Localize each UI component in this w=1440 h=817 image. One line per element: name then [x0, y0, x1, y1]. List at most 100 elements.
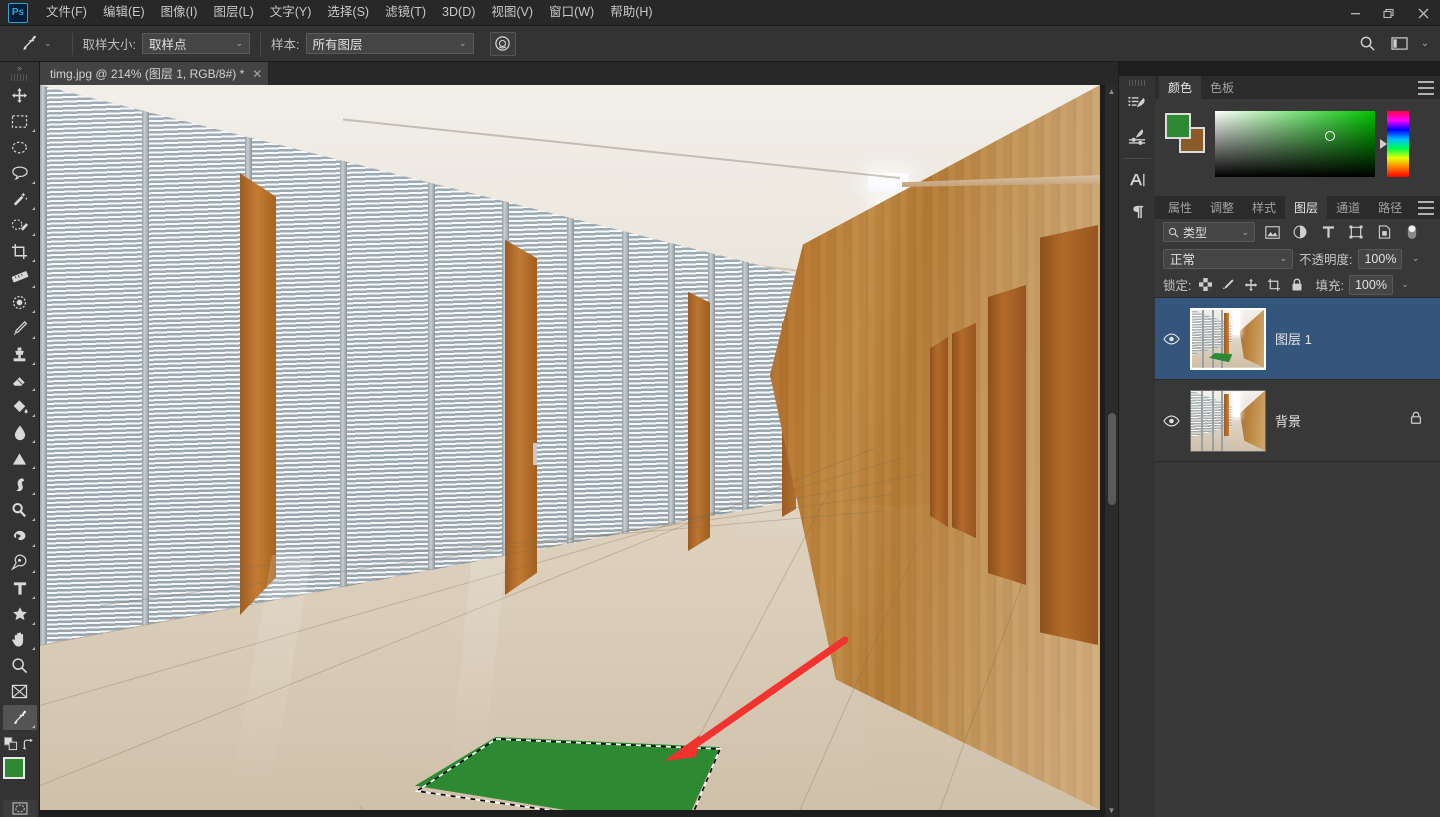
color-picker-cursor[interactable] [1325, 131, 1335, 141]
menu-3d[interactable]: 3D(D) [434, 2, 483, 23]
minimize-button[interactable] [1338, 0, 1372, 26]
menu-help[interactable]: 帮助(H) [602, 2, 660, 23]
table-row[interactable]: 图层 1 [1155, 298, 1440, 380]
layer-filter-select[interactable]: 类型 ⌄ [1163, 222, 1255, 242]
layer-name-1[interactable]: 图层 1 [1275, 329, 1312, 348]
toolbar-expand-button[interactable]: » [0, 62, 40, 74]
sample-select[interactable]: 所有图层 ⌄ [305, 33, 474, 54]
fill-stepper-caret-icon[interactable]: ⌄ [1398, 275, 1412, 295]
tab-styles[interactable]: 样式 [1243, 196, 1285, 219]
menu-type[interactable]: 文字(Y) [262, 2, 320, 23]
custom-shape-tool[interactable] [3, 602, 37, 627]
filter-type-icon[interactable] [1317, 222, 1339, 242]
brush-settings-icon[interactable] [1122, 121, 1152, 151]
lock-all-icon[interactable] [1288, 276, 1306, 294]
restore-button[interactable] [1372, 0, 1406, 26]
color-picker-field[interactable] [1215, 111, 1375, 177]
tab-channels[interactable]: 通道 [1327, 196, 1369, 219]
canvas-vertical-scrollbar[interactable]: ▲ ▼ [1104, 85, 1118, 817]
menu-view[interactable]: 视图(V) [483, 2, 541, 23]
quick-selection-tool[interactable] [3, 213, 37, 238]
rectangular-marquee-tool[interactable] [3, 109, 37, 134]
brush-tool[interactable] [3, 316, 37, 341]
lock-transparency-icon[interactable] [1196, 276, 1214, 294]
burn-tool[interactable] [3, 498, 37, 523]
menu-file[interactable]: 文件(F) [38, 2, 95, 23]
brush-presets-icon[interactable] [1122, 89, 1152, 119]
close-button[interactable] [1406, 0, 1440, 26]
edit-toolbar-button[interactable] [3, 679, 37, 704]
filter-shape-icon[interactable] [1345, 222, 1367, 242]
layer-thumbnail-1[interactable] [1190, 307, 1266, 370]
toolbar-grip[interactable] [10, 74, 29, 82]
blur-tool[interactable] [3, 420, 37, 445]
layer-thumbnail-2[interactable] [1190, 389, 1266, 452]
canvas-scroll-thumb[interactable] [1108, 413, 1116, 505]
lock-image-icon[interactable] [1219, 276, 1237, 294]
spot-healing-brush-tool[interactable] [3, 291, 37, 316]
dodge-tool[interactable] [3, 446, 37, 471]
lock-position-icon[interactable] [1242, 276, 1260, 294]
fill-input[interactable]: 100% [1348, 274, 1393, 295]
filter-smart-object-icon[interactable] [1373, 222, 1395, 242]
menu-image[interactable]: 图像(I) [153, 2, 206, 23]
lock-artboard-icon[interactable] [1265, 276, 1283, 294]
workspace-icon[interactable] [1386, 32, 1412, 56]
layer-visibility-toggle-2[interactable] [1155, 415, 1187, 427]
layer-name-2[interactable]: 背景 [1275, 411, 1301, 430]
close-icon[interactable]: ✕ [252, 68, 262, 80]
eraser-tool[interactable] [3, 368, 37, 393]
character-panel-icon[interactable] [1122, 165, 1152, 195]
table-row-2[interactable]: 背景 [1155, 380, 1440, 462]
foreground-color-swatch[interactable] [2, 757, 25, 780]
tab-paths[interactable]: 路径 [1369, 196, 1411, 219]
search-icon[interactable] [1354, 32, 1380, 56]
hue-marker-icon[interactable] [1380, 139, 1387, 149]
layer-visibility-toggle-1[interactable] [1155, 333, 1187, 345]
eyedropper-tool[interactable] [2, 705, 37, 731]
history-brush-tool[interactable] [3, 524, 37, 549]
crop-tool[interactable] [3, 239, 37, 264]
filter-adjustment-icon[interactable] [1289, 222, 1311, 242]
hand-tool[interactable] [3, 628, 37, 653]
menu-select[interactable]: 选择(S) [319, 2, 377, 23]
sampling-ring-icon[interactable] [489, 31, 516, 56]
tab-adjustments[interactable]: 调整 [1201, 196, 1243, 219]
paragraph-panel-icon[interactable] [1122, 197, 1152, 227]
canvas-area[interactable]: ▲ ▼ [40, 85, 1118, 817]
lasso-tool[interactable] [3, 161, 37, 186]
filter-toggle-icon[interactable] [1401, 222, 1423, 242]
quick-mask-button[interactable] [2, 799, 37, 817]
eyedropper-ruler-tool[interactable] [3, 265, 37, 290]
layers-panel-menu-icon[interactable] [1418, 200, 1434, 215]
default-colors-icon[interactable] [3, 737, 18, 751]
clone-stamp-tool[interactable] [3, 342, 37, 367]
type-tool[interactable] [3, 576, 37, 601]
filter-pixel-icon[interactable] [1261, 222, 1283, 242]
sample-size-select[interactable]: 取样点 ⌄ [142, 33, 251, 54]
swap-colors-icon[interactable] [22, 738, 36, 751]
layer-thumbnail-wrap-1[interactable] [1187, 305, 1269, 373]
magic-wand-tool[interactable] [3, 187, 37, 212]
menu-window[interactable]: 窗口(W) [541, 2, 602, 23]
dock-grip[interactable] [1129, 80, 1145, 86]
tab-swatches[interactable]: 色板 [1201, 76, 1243, 99]
paint-bucket-tool[interactable] [3, 394, 37, 419]
opacity-stepper-caret-icon[interactable]: ⌄ [1408, 249, 1422, 269]
tab-properties[interactable]: 属性 [1159, 196, 1201, 219]
workspace-chevron-icon[interactable]: ⌄ [1418, 32, 1432, 56]
opacity-input[interactable]: 100% [1358, 248, 1403, 269]
eyedropper-icon[interactable] [16, 32, 42, 56]
document-canvas[interactable] [40, 85, 1100, 810]
scroll-up-arrow-icon[interactable]: ▲ [1105, 87, 1118, 96]
menu-edit[interactable]: 编辑(E) [95, 2, 153, 23]
color-panel-menu-icon[interactable] [1418, 80, 1434, 95]
menu-filter[interactable]: 滤镜(T) [377, 2, 434, 23]
color-panel-foreground-swatch[interactable] [1165, 113, 1191, 139]
layer-thumbnail-wrap-2[interactable] [1187, 387, 1269, 455]
tab-layers[interactable]: 图层 [1285, 196, 1328, 219]
elliptical-marquee-tool[interactable] [3, 135, 37, 160]
tab-color[interactable]: 颜色 [1159, 76, 1202, 99]
hue-strip[interactable] [1387, 111, 1409, 177]
menu-layer[interactable]: 图层(L) [205, 2, 261, 23]
